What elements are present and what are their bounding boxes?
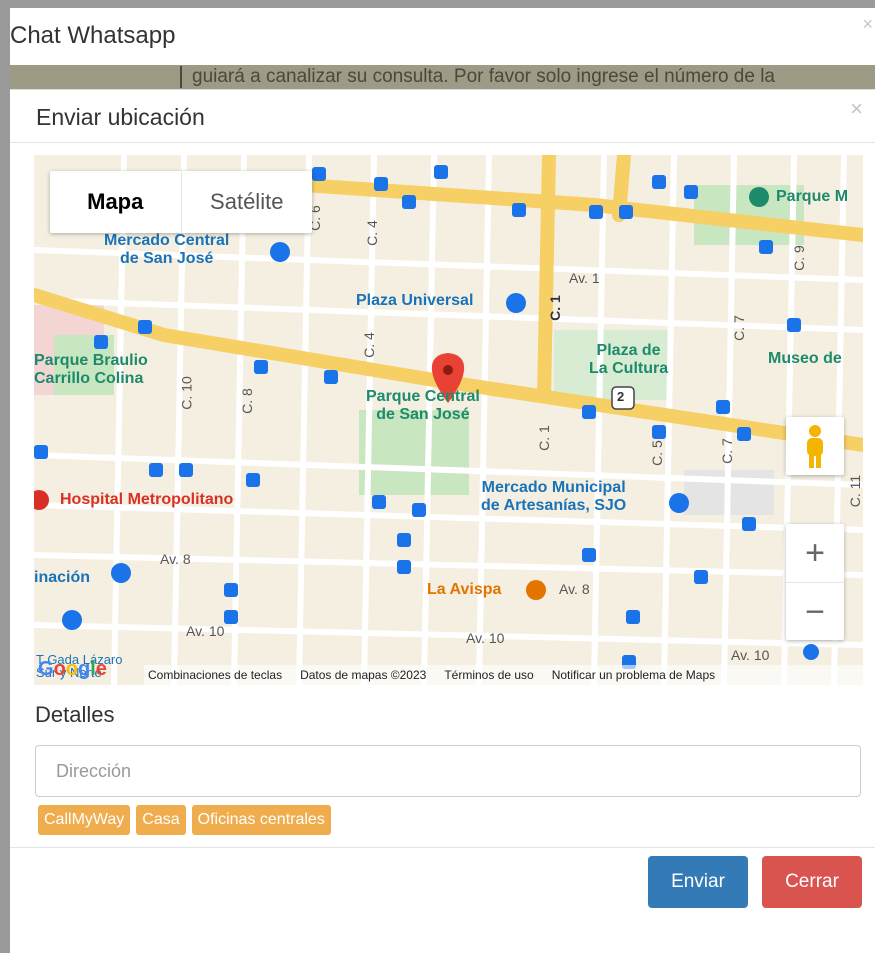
place-plaza-cultura-line2: La Cultura	[589, 360, 669, 377]
place-parque-central[interactable]: Parque Central de San José	[366, 388, 480, 424]
street-c10: C. 10	[178, 376, 195, 410]
street-c1-mid: C. 1	[535, 425, 552, 451]
place-plaza-universal[interactable]: Plaza Universal	[356, 292, 473, 310]
street-c8: C. 8	[238, 388, 255, 414]
place-plaza-cultura-line1: Plaza de	[596, 342, 661, 359]
craft-market-icon[interactable]	[669, 493, 689, 513]
modal-close-button[interactable]: ×	[850, 96, 863, 122]
shopping-icon[interactable]	[506, 293, 526, 313]
street-av8-left: Av. 8	[160, 551, 191, 567]
terms-link[interactable]: Términos de uso	[444, 668, 533, 682]
park-icon[interactable]	[749, 187, 769, 207]
zoom-in-button[interactable]: +	[786, 524, 844, 583]
zoom-control: + −	[786, 524, 844, 640]
place-mercado-central-line1: Mercado Central	[104, 232, 230, 249]
google-logo-o1: o	[53, 658, 66, 680]
place-parque-central-line1: Parque Central	[366, 388, 480, 405]
place-mercado-central-line2: de San José	[120, 250, 214, 267]
location-icon[interactable]	[62, 610, 82, 630]
poi-icon[interactable]	[803, 644, 819, 660]
map-data-text: Datos de mapas ©2023	[300, 668, 427, 682]
place-parque-braulio-line1: Parque Braulio	[34, 352, 148, 369]
modal-header: Enviar ubicación ×	[10, 90, 875, 143]
street-c4-top: C. 4	[363, 220, 380, 246]
street-c11: C. 11	[847, 474, 863, 508]
send-location-modal: Enviar ubicación × Mercado Central de Sa…	[10, 89, 875, 953]
outer-dialog-title: Chat Whatsapp	[10, 22, 176, 49]
outer-close-button[interactable]: ×	[862, 14, 873, 35]
address-tags: CallMyWay Casa Oficinas centrales	[38, 805, 331, 835]
place-museo[interactable]: Museo de	[768, 350, 842, 368]
street-c7-top: C. 7	[730, 315, 747, 341]
place-mercado-municipal[interactable]: Mercado Municipal de Artesanías, SJO	[481, 479, 626, 515]
tag-callmyway[interactable]: CallMyWay	[38, 805, 131, 835]
market-icon[interactable]	[270, 242, 290, 262]
street-c5: C. 5	[648, 440, 665, 466]
place-inacion[interactable]: inación	[34, 569, 90, 587]
street-av10-right: Av. 10	[731, 647, 770, 663]
bar-icon[interactable]	[526, 580, 546, 600]
street-c9: C. 9	[790, 245, 807, 271]
google-logo-g1: G	[38, 658, 54, 680]
pegman-icon	[807, 425, 823, 468]
details-heading: Detalles	[35, 702, 115, 727]
modal-footer-divider	[10, 847, 875, 848]
street-c4-mid: C. 4	[360, 332, 377, 358]
route-badge-label: 2	[617, 389, 625, 404]
map-type-control: Mapa Satélite	[50, 171, 312, 233]
place-plaza-cultura[interactable]: Plaza de La Cultura	[589, 342, 668, 378]
street-av10-left: Av. 10	[186, 623, 225, 639]
tag-casa[interactable]: Casa	[136, 805, 186, 835]
place-parque-central-line2: de San José	[376, 406, 470, 423]
tag-oficinas-centrales[interactable]: Oficinas centrales	[191, 805, 331, 835]
map-type-map-button[interactable]: Mapa	[50, 171, 181, 233]
place-parque-braulio-line2: Carrillo Colina	[34, 370, 144, 387]
google-logo-e: e	[95, 658, 107, 680]
zoom-out-button[interactable]: −	[786, 583, 844, 641]
map[interactable]: Mercado Central de San José Plaza Univer…	[34, 155, 863, 685]
google-logo: Google	[38, 658, 107, 681]
address-input[interactable]	[35, 745, 861, 797]
street-view-pegman-button[interactable]	[786, 417, 844, 475]
modal-title: Enviar ubicación	[36, 104, 205, 130]
shopping-bag-icon[interactable]	[111, 563, 131, 583]
background-chat-text: guiará a canalizar su consulta. Por favo…	[180, 66, 775, 88]
map-attribution: Combinaciones de teclas Datos de mapas ©…	[144, 665, 863, 685]
street-av1: Av. 1	[569, 270, 600, 286]
place-hospital[interactable]: Hospital Metropolitano	[60, 491, 233, 509]
place-mercado-municipal-line1: Mercado Municipal	[481, 479, 626, 496]
map-type-satellite-button[interactable]: Satélite	[180, 171, 313, 233]
place-parque-m[interactable]: Parque M	[776, 188, 848, 206]
place-parque-braulio[interactable]: Parque Braulio Carrillo Colina	[34, 352, 148, 388]
keyboard-shortcuts-link[interactable]: Combinaciones de teclas	[148, 668, 282, 682]
close-button[interactable]: Cerrar	[762, 856, 862, 908]
google-logo-g2: g	[78, 658, 91, 680]
background-chat-strip: guiará a canalizar su consulta. Por favo…	[10, 65, 875, 89]
place-la-avispa[interactable]: La Avispa	[427, 581, 501, 599]
street-av8-right: Av. 8	[559, 581, 590, 597]
send-button[interactable]: Enviar	[648, 856, 748, 908]
place-mercado-municipal-line2: de Artesanías, SJO	[481, 497, 627, 514]
street-c1: C. 1	[546, 295, 563, 321]
google-logo-o2: o	[65, 658, 78, 680]
report-problem-link[interactable]: Notificar un problema de Maps	[552, 668, 715, 682]
place-mercado-central[interactable]: Mercado Central de San José	[104, 232, 229, 268]
street-c7-mid: C. 7	[718, 438, 735, 464]
street-av10-mid: Av. 10	[466, 630, 505, 646]
